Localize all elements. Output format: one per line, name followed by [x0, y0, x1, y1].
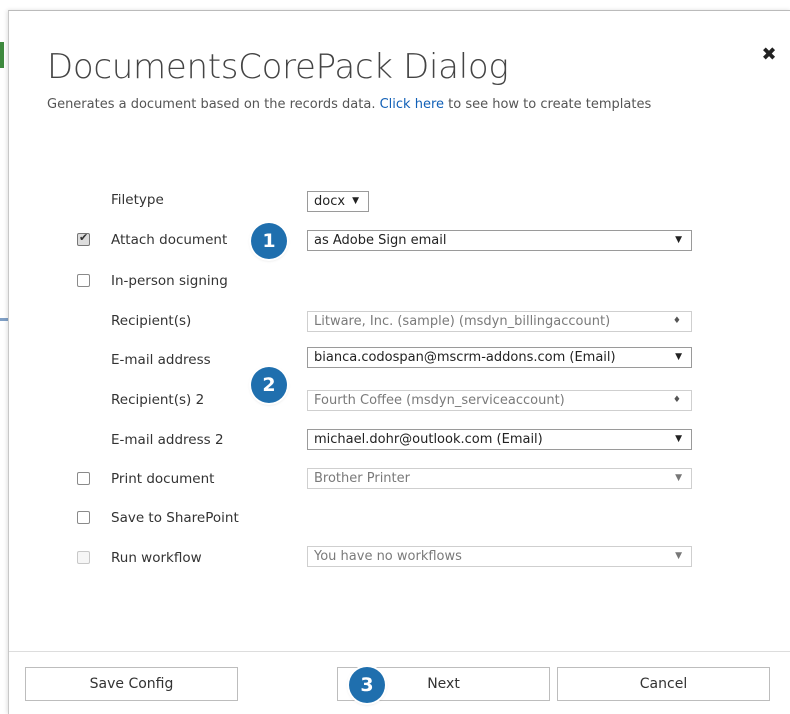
- print-document-checkbox[interactable]: [77, 472, 90, 485]
- filetype-label: Filetype: [111, 192, 164, 208]
- chevron-down-icon: ▼: [675, 473, 682, 483]
- cancel-button[interactable]: Cancel: [557, 667, 770, 701]
- footer-divider: [9, 651, 790, 652]
- save-config-button[interactable]: Save Config: [25, 667, 238, 701]
- in-person-signing-checkbox[interactable]: [77, 274, 90, 287]
- email-2-select[interactable]: michael.dohr@outlook.com (Email) ▼: [307, 429, 692, 450]
- recipient-select[interactable]: Litware, Inc. (sample) (msdyn_billingacc…: [307, 311, 692, 332]
- chevron-down-icon: ▼: [675, 434, 682, 444]
- run-workflow-checkbox[interactable]: [77, 551, 90, 564]
- callout-badge-3: 3: [349, 667, 385, 703]
- save-sharepoint-checkbox[interactable]: [77, 511, 90, 524]
- workflow-value: You have no workflows: [314, 549, 462, 564]
- attach-mode-select[interactable]: as Adobe Sign email ▼: [307, 230, 692, 251]
- attach-document-checkbox[interactable]: [77, 231, 90, 246]
- dialog-title: DocumentsCorePack Dialog: [47, 47, 509, 87]
- subtitle-text: Generates a document based on the record…: [47, 97, 376, 112]
- chevron-down-icon: ▼: [675, 352, 682, 362]
- run-workflow-label: Run workflow: [111, 550, 202, 566]
- printer-select[interactable]: Brother Printer ▼: [307, 468, 692, 489]
- chevron-down-icon: ▼: [675, 235, 682, 245]
- attach-mode-value: as Adobe Sign email: [314, 233, 447, 248]
- subtitle-text-end: to see how to create templates: [448, 97, 652, 112]
- attach-document-label: Attach document: [111, 232, 228, 248]
- chevron-down-icon: ▼: [352, 196, 359, 206]
- recipient-2-label: Recipient(s) 2: [111, 392, 205, 408]
- filetype-value: docx: [314, 194, 346, 209]
- recipient-label: Recipient(s): [111, 313, 192, 329]
- callout-badge-1: 1: [251, 223, 287, 259]
- recipient-value: Litware, Inc. (sample) (msdyn_billingacc…: [314, 314, 611, 329]
- filetype-select[interactable]: docx ▼: [307, 191, 369, 212]
- email-value: bianca.codospan@mscrm-addons.com (Email): [314, 350, 616, 365]
- templates-help-link[interactable]: Click here: [380, 97, 444, 112]
- background-accent: [0, 42, 4, 68]
- spinner-icon: ♦: [672, 316, 681, 326]
- email-2-label: E-mail address 2: [111, 432, 224, 448]
- email-2-value: michael.dohr@outlook.com (Email): [314, 432, 543, 447]
- save-sharepoint-label: Save to SharePoint: [111, 510, 239, 526]
- spinner-icon: ♦: [672, 395, 681, 405]
- background-accent-blue: [0, 318, 8, 321]
- in-person-signing-label: In-person signing: [111, 273, 228, 289]
- recipient-2-select[interactable]: Fourth Coffee (msdyn_serviceaccount) ♦: [307, 390, 692, 411]
- workflow-select[interactable]: You have no workflows ▼: [307, 546, 692, 567]
- email-label: E-mail address: [111, 352, 211, 368]
- print-document-label: Print document: [111, 471, 215, 487]
- dialog-subtitle: Generates a document based on the record…: [47, 97, 651, 112]
- dialog: DocumentsCorePack Dialog ✖ Generates a d…: [8, 10, 790, 714]
- printer-value: Brother Printer: [314, 471, 410, 486]
- email-select[interactable]: bianca.codospan@mscrm-addons.com (Email)…: [307, 347, 692, 368]
- recipient-2-value: Fourth Coffee (msdyn_serviceaccount): [314, 393, 565, 408]
- close-icon[interactable]: ✖: [761, 46, 777, 64]
- callout-badge-2: 2: [251, 367, 287, 403]
- chevron-down-icon: ▼: [675, 551, 682, 561]
